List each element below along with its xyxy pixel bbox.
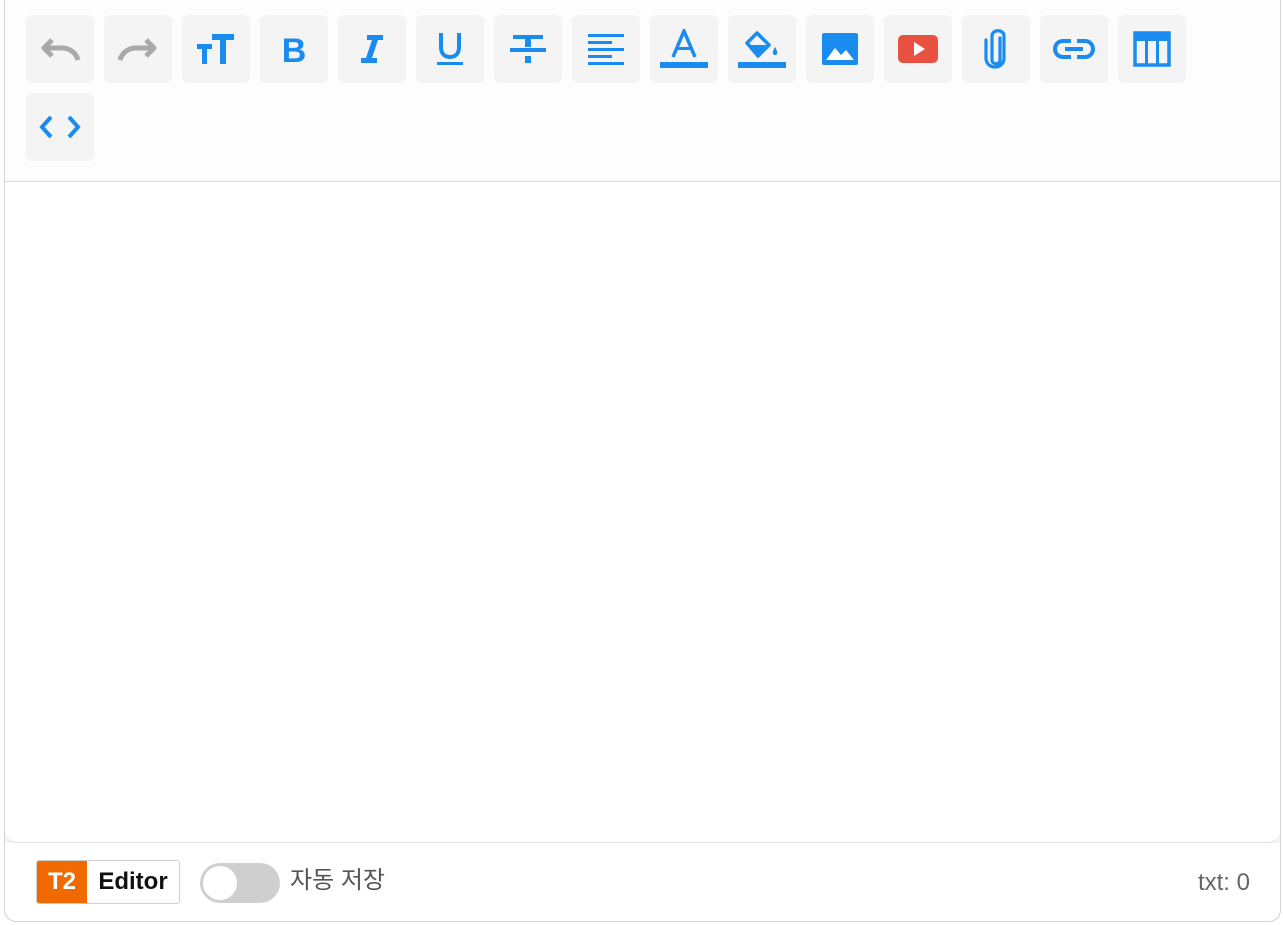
font-size-icon <box>196 32 236 66</box>
table-icon <box>1133 31 1171 67</box>
underline-button[interactable] <box>416 15 484 83</box>
bold-icon: B <box>280 33 308 65</box>
background-color-button[interactable] <box>728 15 796 83</box>
text-color-button[interactable] <box>650 15 718 83</box>
redo-button[interactable] <box>104 15 172 83</box>
attach-file-button[interactable] <box>962 15 1030 83</box>
autosave-label: 자동 저장 <box>290 867 385 894</box>
editor-toolbar: B <box>5 0 1280 182</box>
align-button[interactable] <box>572 15 640 83</box>
undo-button[interactable] <box>26 15 94 83</box>
italic-button[interactable] <box>338 15 406 83</box>
insert-table-button[interactable] <box>1118 15 1186 83</box>
insert-link-button[interactable] <box>1040 15 1108 83</box>
text-color-icon <box>659 29 709 69</box>
svg-text:B: B <box>282 33 307 65</box>
underline-icon <box>435 31 465 67</box>
editor-footer: T2 Editor 자동 저장 txt: 0 <box>5 843 1280 921</box>
youtube-icon <box>897 34 939 64</box>
t2-editor-logo: T2 Editor <box>36 860 180 904</box>
code-view-button[interactable] <box>26 93 94 161</box>
strikethrough-icon <box>509 32 547 66</box>
paperclip-icon <box>982 28 1010 70</box>
insert-video-button[interactable] <box>884 15 952 83</box>
logo-text: Editor <box>87 861 179 903</box>
autosave-toggle[interactable] <box>200 863 280 903</box>
strikethrough-button[interactable] <box>494 15 562 83</box>
link-icon <box>1053 37 1095 61</box>
image-icon <box>821 32 859 66</box>
font-size-button[interactable] <box>182 15 250 83</box>
undo-icon <box>38 34 82 64</box>
editor-content-area[interactable] <box>5 182 1280 843</box>
redo-icon <box>116 34 160 64</box>
insert-image-button[interactable] <box>806 15 874 83</box>
fill-color-icon <box>737 29 787 69</box>
toggle-knob <box>203 866 237 900</box>
logo-mark: T2 <box>37 861 87 903</box>
align-left-icon <box>587 32 625 66</box>
text-count: txt: 0 <box>1197 869 1250 896</box>
t2-editor: B T2 Editor 자동 저장 txt: 0 <box>4 0 1281 922</box>
bold-button[interactable]: B <box>260 15 328 83</box>
code-icon <box>39 113 81 141</box>
italic-icon <box>358 33 386 65</box>
